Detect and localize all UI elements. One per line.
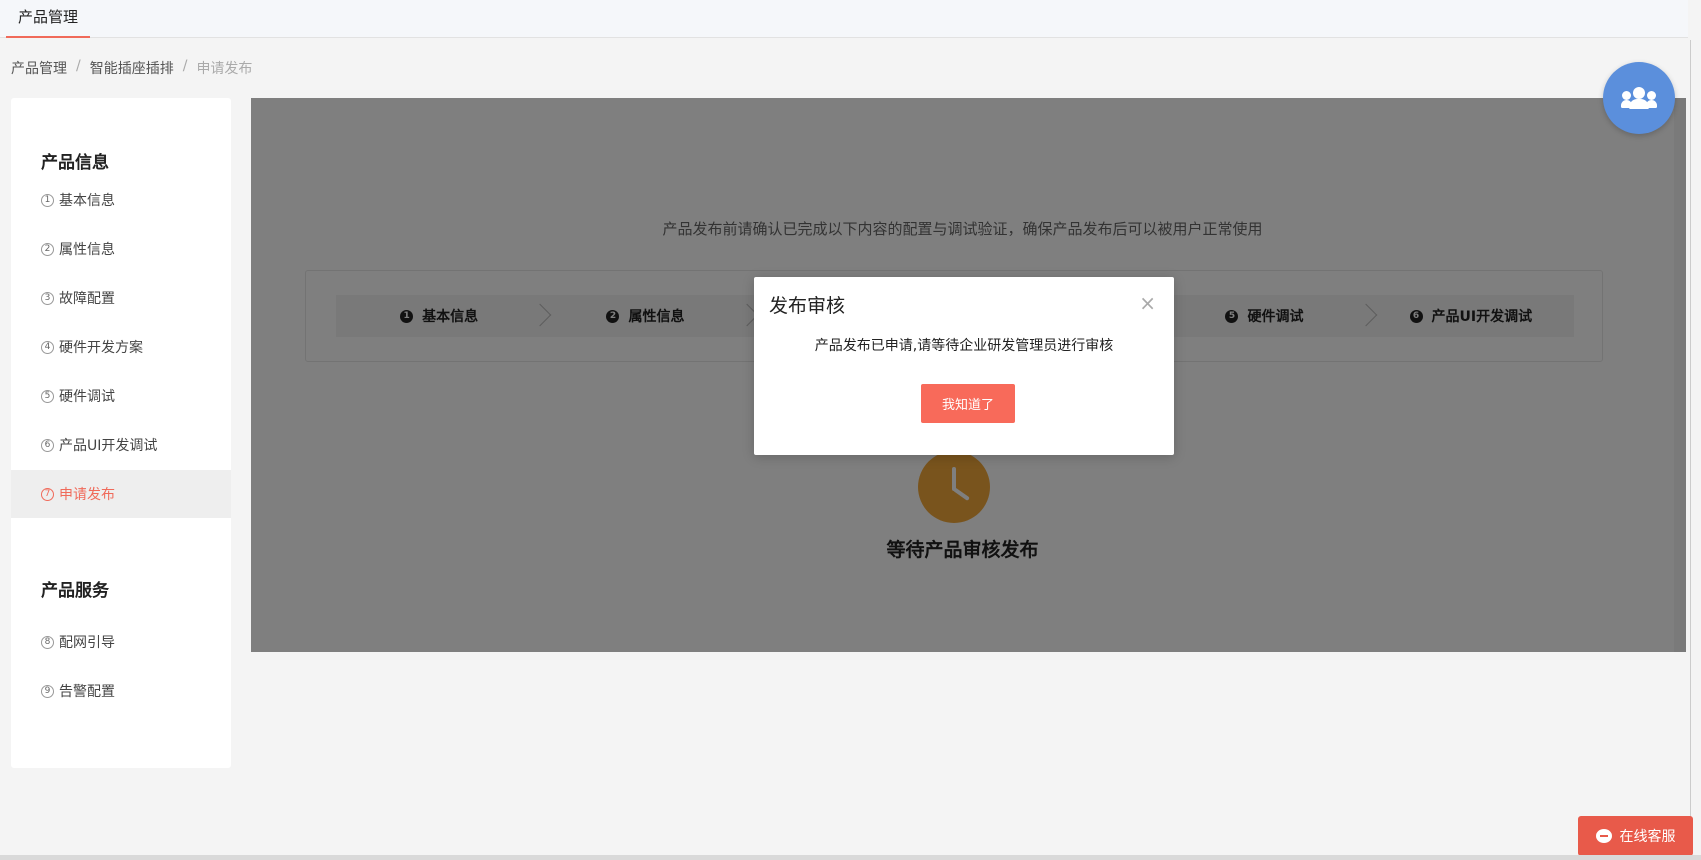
sidebar-item-fault-config[interactable]: 3 故障配置 <box>11 274 231 322</box>
sidebar-group-product-info: 产品信息 <box>41 153 109 173</box>
top-tabbar: 产品管理 <box>0 0 1688 38</box>
step-number-icon: 5 <box>41 389 54 403</box>
online-service-label: 在线客服 <box>1619 829 1676 845</box>
sidebar-item-label: 故障配置 <box>59 291 115 307</box>
step-number-icon: 6 <box>41 438 54 452</box>
breadcrumb: 产品管理 / 智能插座插排 / 申请发布 <box>11 58 252 78</box>
breadcrumb-smart-socket[interactable]: 智能插座插排 <box>90 58 174 78</box>
sidebar-item-label: 产品UI开发调试 <box>59 438 158 454</box>
sidebar-item-apply-release[interactable]: 7 申请发布 <box>11 470 231 518</box>
sidebar-item-label: 配网引导 <box>59 635 115 651</box>
sidebar-item-attribute-info[interactable]: 2 属性信息 <box>11 225 231 273</box>
breadcrumb-current: 申请发布 <box>196 61 253 77</box>
step-number-icon: 8 <box>41 635 54 649</box>
dialog-title: 发布审核 <box>769 295 846 317</box>
sidebar-item-label: 申请发布 <box>59 487 115 503</box>
step-number-icon: 9 <box>41 684 54 698</box>
sidebar-item-hardware-debug[interactable]: 5 硬件调试 <box>11 372 231 420</box>
sidebar-item-hardware-plan[interactable]: 4 硬件开发方案 <box>11 323 231 371</box>
sidebar: 产品信息 1 基本信息 2 属性信息 3 故障配置 4 硬件开发方案 5 硬件调试 6 产品… <box>11 98 231 768</box>
step-number-icon: 4 <box>41 340 54 354</box>
sidebar-item-ui-debug[interactable]: 6 产品UI开发调试 <box>11 421 231 469</box>
step-number-icon: 2 <box>41 242 54 256</box>
step-number-icon: 3 <box>41 291 54 305</box>
chat-bubble-icon <box>1595 829 1612 843</box>
users-icon <box>1621 87 1657 109</box>
tab-product-management[interactable]: 产品管理 <box>6 0 91 38</box>
sidebar-item-alarm-config[interactable]: 9 告警配置 <box>11 667 231 715</box>
release-review-dialog: 发布审核 × 产品发布已申请,请等待企业研发管理员进行审核 我知道了 <box>754 277 1174 455</box>
breadcrumb-separator: / <box>76 58 81 74</box>
sidebar-item-label: 属性信息 <box>59 242 115 258</box>
sidebar-item-label: 告警配置 <box>59 684 115 700</box>
horizontal-scrollbar[interactable] <box>0 855 1701 860</box>
breadcrumb-product-management[interactable]: 产品管理 <box>11 58 67 78</box>
breadcrumb-separator: / <box>182 58 188 74</box>
overlay-scrollbar <box>1674 98 1686 652</box>
step-number-icon: 7 <box>41 487 54 501</box>
dialog-message: 产品发布已申请,请等待企业研发管理员进行审核 <box>814 338 1114 354</box>
online-service-button[interactable]: 在线客服 <box>1578 816 1693 856</box>
sidebar-item-label: 硬件开发方案 <box>59 340 143 356</box>
sidebar-group-product-service: 产品服务 <box>41 581 109 601</box>
sidebar-item-label: 基本信息 <box>59 193 115 209</box>
step-number-icon: 1 <box>41 193 54 207</box>
page-scrollbar[interactable] <box>1690 40 1691 860</box>
sidebar-item-label: 硬件调试 <box>59 389 115 405</box>
close-icon[interactable]: × <box>1139 293 1156 313</box>
acknowledge-button[interactable]: 我知道了 <box>921 384 1015 423</box>
team-float-button[interactable] <box>1603 62 1675 134</box>
sidebar-item-basic-info[interactable]: 1 基本信息 <box>11 176 231 224</box>
sidebar-item-network-guide[interactable]: 8 配网引导 <box>11 618 231 666</box>
